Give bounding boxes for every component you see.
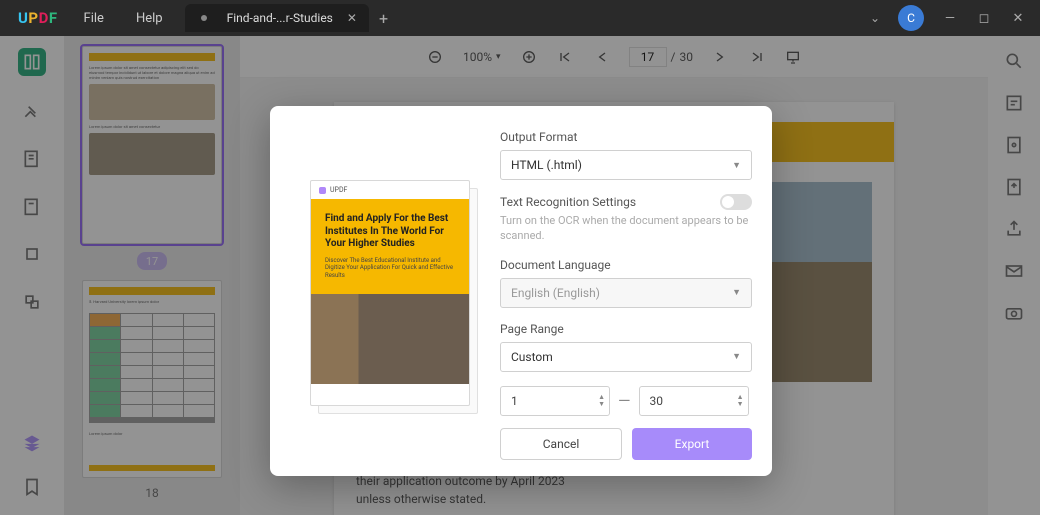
page-from-input[interactable]: 1▲▼ bbox=[500, 386, 610, 416]
preview-subtitle: Discover The Best Educational Institute … bbox=[325, 257, 455, 280]
menu-file[interactable]: File bbox=[68, 11, 120, 26]
ocr-hint: Turn on the OCR when the document appear… bbox=[500, 213, 752, 244]
chevron-down-icon[interactable]: ⌄ bbox=[870, 11, 880, 25]
output-format-select[interactable]: HTML (.html)▼ bbox=[500, 150, 752, 180]
chevron-down-icon: ▼ bbox=[732, 160, 741, 171]
add-tab-button[interactable]: + bbox=[379, 9, 388, 28]
export-preview: UPDF Find and Apply For the Best Institu… bbox=[310, 180, 470, 406]
stepper-icon[interactable]: ▲▼ bbox=[737, 394, 744, 408]
tab-title: Find-and-...r-Studies bbox=[227, 11, 333, 25]
output-format-label: Output Format bbox=[500, 130, 752, 144]
minimize-icon[interactable]: — bbox=[942, 11, 958, 26]
cancel-button[interactable]: Cancel bbox=[500, 428, 622, 460]
page-range-label: Page Range bbox=[500, 322, 752, 336]
export-button[interactable]: Export bbox=[632, 428, 752, 460]
menu-help[interactable]: Help bbox=[120, 11, 179, 26]
app-logo: UPDF bbox=[8, 9, 68, 27]
language-label: Document Language bbox=[500, 258, 752, 272]
chevron-down-icon: ▼ bbox=[732, 287, 741, 298]
maximize-icon[interactable]: ◻ bbox=[976, 11, 992, 26]
ocr-label: Text Recognition Settings bbox=[500, 195, 636, 209]
export-dialog: UPDF Find and Apply For the Best Institu… bbox=[270, 106, 772, 476]
language-select[interactable]: English (English)▼ bbox=[500, 278, 752, 308]
chevron-down-icon: ▼ bbox=[732, 351, 741, 362]
ocr-toggle[interactable] bbox=[720, 194, 752, 210]
document-tab[interactable]: Find-and-...r-Studies ✕ bbox=[185, 4, 369, 32]
tab-indicator-icon bbox=[201, 15, 207, 21]
page-to-input[interactable]: 30▲▼ bbox=[639, 386, 749, 416]
title-bar: UPDF File Help Find-and-...r-Studies ✕ +… bbox=[0, 0, 1040, 36]
preview-title: Find and Apply For the Best Institutes I… bbox=[325, 213, 455, 251]
stepper-icon[interactable]: ▲▼ bbox=[598, 394, 605, 408]
page-range-select[interactable]: Custom▼ bbox=[500, 342, 752, 372]
close-tab-icon[interactable]: ✕ bbox=[347, 11, 357, 25]
close-window-icon[interactable]: ✕ bbox=[1010, 11, 1026, 26]
user-avatar[interactable]: C bbox=[898, 5, 924, 31]
